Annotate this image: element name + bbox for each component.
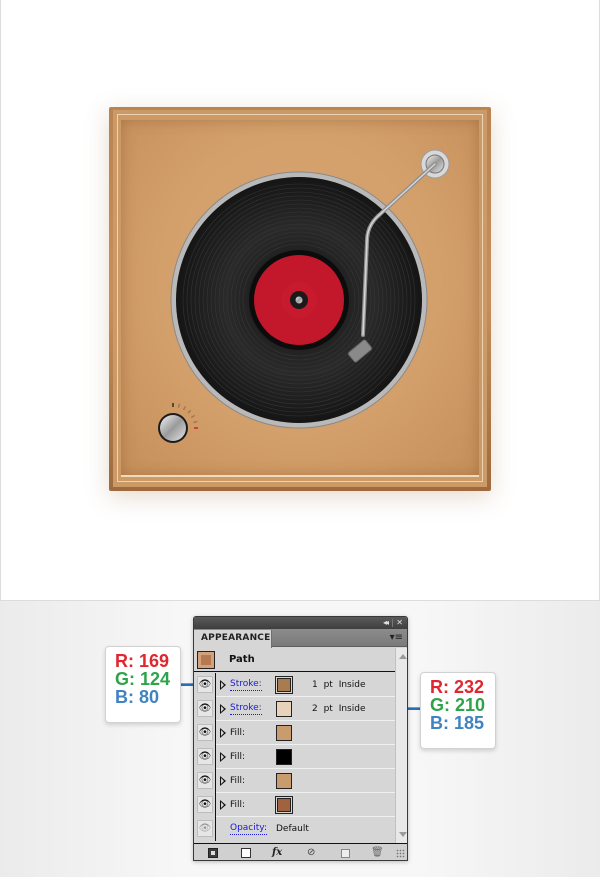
fill-swatch[interactable] bbox=[275, 796, 293, 814]
right-color-callout: R: 232 G: 210 B: 185 bbox=[420, 672, 496, 749]
volume-tick bbox=[177, 403, 181, 408]
volume-knob bbox=[160, 415, 186, 441]
fill-label: Fill: bbox=[230, 728, 246, 738]
stroke-detail: 1 pt Inside bbox=[312, 680, 366, 690]
resize-grip-icon[interactable] bbox=[396, 849, 405, 858]
red-value: R: 169 bbox=[115, 651, 170, 671]
delete-item-button[interactable]: 🗑 bbox=[371, 847, 384, 859]
add-effect-button[interactable]: fx bbox=[272, 847, 282, 859]
illustration-canvas bbox=[0, 0, 600, 601]
blue-value: B: 185 bbox=[430, 713, 485, 733]
eye-icon[interactable]: 👁 bbox=[197, 724, 213, 741]
volume-tick bbox=[187, 409, 192, 414]
duplicate-item-button[interactable] bbox=[341, 849, 350, 858]
panel-scrollbar[interactable] bbox=[395, 648, 407, 843]
eye-icon[interactable]: 👁 bbox=[197, 796, 213, 813]
appearance-row-fill-2[interactable]: 👁 Fill: bbox=[194, 745, 395, 769]
collapse-panel-button[interactable]: ◂◂ bbox=[383, 617, 389, 629]
green-value: G: 210 bbox=[430, 695, 486, 715]
clear-appearance-button[interactable]: ⊘ bbox=[307, 847, 315, 859]
appearance-row-fill-1[interactable]: 👁 Fill: bbox=[194, 721, 395, 745]
eye-icon[interactable]: 👁 bbox=[197, 820, 213, 837]
scroll-down-arrow-icon[interactable] bbox=[399, 832, 407, 837]
expand-triangle-icon[interactable] bbox=[220, 680, 226, 690]
green-value: G: 124 bbox=[115, 669, 171, 689]
red-value: R: 232 bbox=[430, 677, 485, 697]
eye-icon[interactable]: 👁 bbox=[197, 772, 213, 789]
volume-tick bbox=[182, 405, 187, 411]
titlebar-separator bbox=[392, 619, 393, 627]
stroke-swatch[interactable] bbox=[275, 676, 293, 694]
expand-triangle-icon[interactable] bbox=[220, 704, 226, 714]
fill-label: Fill: bbox=[230, 800, 246, 810]
volume-tick bbox=[193, 420, 198, 424]
appearance-row-fill-3[interactable]: 👁 Fill: bbox=[194, 769, 395, 793]
add-new-fill-button[interactable] bbox=[241, 848, 251, 858]
volume-tick bbox=[190, 414, 196, 419]
close-panel-button[interactable]: ✕ bbox=[396, 617, 403, 629]
expand-triangle-icon[interactable] bbox=[220, 728, 226, 738]
expand-triangle-icon[interactable] bbox=[220, 776, 226, 786]
blue-value: B: 80 bbox=[115, 687, 160, 707]
stroke-link[interactable]: Stroke: bbox=[230, 703, 262, 715]
tab-appearance[interactable]: APPEARANCE bbox=[194, 630, 272, 648]
appearance-row-opacity[interactable]: 👁 Opacity: Default bbox=[194, 817, 395, 841]
panel-titlebar[interactable]: ◂◂ ✕ bbox=[194, 617, 407, 629]
spindle bbox=[295, 296, 303, 304]
fill-label: Fill: bbox=[230, 752, 246, 762]
fill-label: Fill: bbox=[230, 776, 246, 786]
expand-triangle-icon[interactable] bbox=[220, 800, 226, 810]
opacity-link[interactable]: Opacity: bbox=[230, 823, 267, 835]
path-header: Path bbox=[194, 648, 395, 672]
panel-footer: fx ⊘ 🗑 bbox=[194, 843, 407, 860]
scroll-up-arrow-icon[interactable] bbox=[399, 654, 407, 659]
appearance-row-stroke-2[interactable]: 👁 Stroke: 2 pt Inside bbox=[194, 697, 395, 721]
appearance-row-stroke-1[interactable]: 👁 Stroke: 1 pt Inside bbox=[194, 673, 395, 697]
left-color-callout: R: 169 G: 124 B: 80 bbox=[105, 646, 181, 723]
stroke-link[interactable]: Stroke: bbox=[230, 679, 262, 691]
appearance-row-fill-4[interactable]: 👁 Fill: bbox=[194, 793, 395, 817]
eye-icon[interactable]: 👁 bbox=[197, 700, 213, 717]
opacity-value: Default bbox=[276, 824, 309, 834]
stroke-detail: 2 pt Inside bbox=[312, 704, 366, 714]
fill-swatch[interactable] bbox=[276, 749, 292, 765]
expand-triangle-icon[interactable] bbox=[220, 752, 226, 762]
eye-icon[interactable]: 👁 bbox=[197, 676, 213, 693]
path-label: Path bbox=[229, 654, 255, 665]
appearance-panel: ◂◂ ✕ APPEARANCE ▾≡ Path 👁 Stroke: 1 pt I… bbox=[193, 616, 408, 861]
appearance-rows: 👁 Stroke: 1 pt Inside 👁 Stroke: 2 pt Ins… bbox=[194, 673, 395, 841]
stroke-swatch[interactable] bbox=[276, 701, 292, 717]
eye-icon[interactable]: 👁 bbox=[197, 748, 213, 765]
fill-swatch[interactable] bbox=[276, 773, 292, 789]
record-and-tonearm bbox=[158, 149, 450, 443]
path-thumbnail bbox=[197, 651, 215, 669]
turntable-illustration bbox=[109, 107, 491, 491]
panel-menu-icon[interactable]: ▾≡ bbox=[390, 632, 403, 644]
fill-swatch[interactable] bbox=[276, 725, 292, 741]
add-new-stroke-button[interactable] bbox=[208, 848, 218, 858]
panel-tabbar: APPEARANCE ▾≡ bbox=[194, 629, 407, 648]
